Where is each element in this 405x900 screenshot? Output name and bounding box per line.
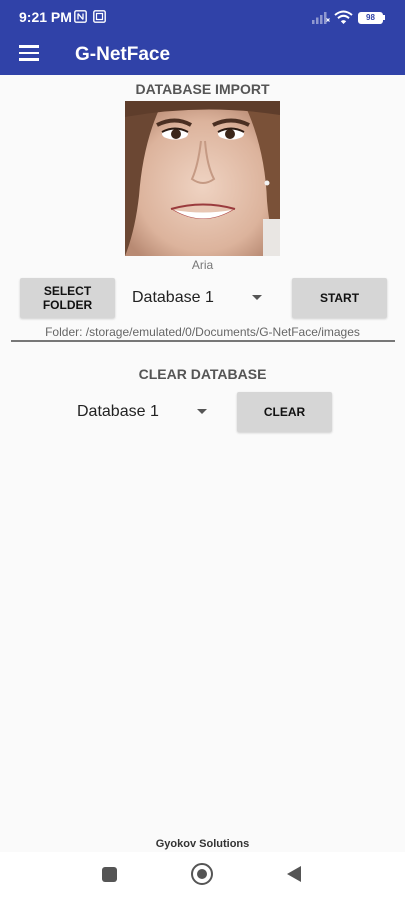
back-icon[interactable] bbox=[287, 866, 301, 882]
database-import-title: DATABASE IMPORT bbox=[135, 81, 270, 97]
clear-database-title: CLEAR DATABASE bbox=[138, 366, 267, 382]
clear-database-value: Database 1 bbox=[77, 403, 159, 420]
recent-apps-icon[interactable] bbox=[102, 867, 117, 882]
system-nav-bar bbox=[0, 852, 405, 900]
wifi-icon bbox=[334, 10, 353, 24]
app-bar: G-NetFace bbox=[0, 34, 405, 75]
face-image bbox=[125, 101, 280, 256]
signal-icon bbox=[312, 12, 330, 24]
chevron-down-icon bbox=[197, 409, 207, 414]
status-time: 9:21 PM bbox=[19, 9, 72, 25]
clear-database-dropdown[interactable]: Database 1 bbox=[77, 392, 217, 432]
app-title: G-NetFace bbox=[75, 44, 171, 65]
section-divider bbox=[11, 340, 395, 342]
folder-path: Folder: /storage/emulated/0/Documents/G-… bbox=[45, 325, 360, 339]
footer-credit: Gyokov Solutions bbox=[155, 838, 250, 850]
nfc-icon bbox=[74, 10, 87, 23]
start-button[interactable]: START bbox=[292, 278, 387, 318]
battery-icon: 98 bbox=[358, 12, 383, 24]
face-caption: Aria bbox=[191, 258, 214, 272]
clear-button[interactable]: CLEAR bbox=[237, 392, 332, 432]
chevron-down-icon bbox=[252, 295, 262, 300]
notification-icon bbox=[93, 10, 106, 23]
import-database-dropdown[interactable]: Database 1 bbox=[132, 278, 272, 318]
battery-tip bbox=[383, 15, 385, 20]
home-icon[interactable] bbox=[191, 863, 213, 885]
import-database-value: Database 1 bbox=[132, 289, 214, 306]
select-folder-button[interactable]: SELECT FOLDER bbox=[20, 278, 115, 318]
hamburger-menu-icon[interactable] bbox=[19, 45, 39, 61]
status-bar: 9:21 PM 98 bbox=[0, 0, 405, 34]
